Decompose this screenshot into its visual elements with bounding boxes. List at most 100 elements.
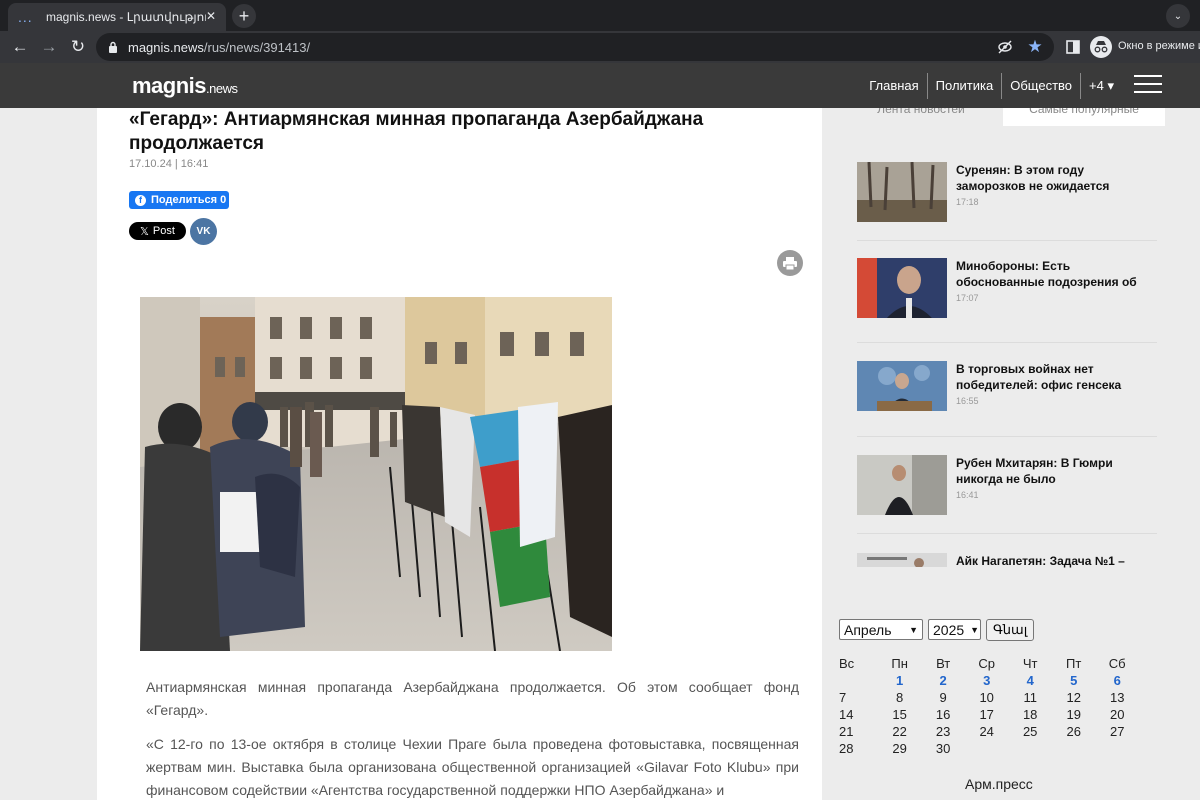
- calendar-weekday-row: Вс Пн Вт Ср Чт Пт Сб: [839, 656, 1139, 673]
- print-icon[interactable]: [777, 250, 803, 276]
- url-text: magnis.news/rus/news/391413/: [128, 40, 311, 55]
- forward-icon[interactable]: →: [38, 36, 60, 58]
- divider: [857, 342, 1157, 343]
- calendar-day: 28: [839, 741, 854, 756]
- calendar-day: 22: [892, 724, 907, 739]
- weekday-label: Пт: [1066, 656, 1082, 671]
- bookmark-star-icon[interactable]: ★: [1026, 37, 1044, 56]
- site-header: magnis.news Главная Политика Общество +4…: [0, 63, 1200, 108]
- calendar-day: 27: [1109, 724, 1125, 739]
- side-panel-icon[interactable]: [1064, 38, 1082, 56]
- news-time: 17:07: [956, 293, 979, 303]
- news-time: 16:41: [956, 490, 979, 500]
- facebook-share-label: Поделиться 0: [151, 194, 227, 206]
- calendar-empty-cell: [1008, 741, 1052, 758]
- calendar-day: 23: [935, 724, 951, 739]
- tab-most-popular[interactable]: Самые популярные: [1003, 108, 1165, 126]
- calendar-week-row: 123456: [839, 673, 1139, 690]
- calendar-day[interactable]: 6: [1095, 673, 1139, 690]
- tab-news-feed[interactable]: Лента новостей: [840, 108, 1002, 126]
- news-item[interactable]: Айк Нагапетян: Задача №1 –: [857, 553, 1157, 571]
- calendar-day: 24: [979, 724, 994, 739]
- news-title[interactable]: Айк Нагапетян: Задача №1 –: [956, 553, 1146, 569]
- news-title[interactable]: В торговых войнах нет победителей: офис …: [956, 361, 1146, 393]
- divider: [857, 436, 1157, 437]
- calendar-week-row: 7 8 9 10 11 12 13: [839, 690, 1139, 707]
- vk-icon: VK: [196, 226, 211, 237]
- calendar-day[interactable]: 4: [1008, 673, 1052, 690]
- calendar-day: 8: [896, 690, 904, 705]
- x-post-button[interactable]: 𝕏 Post: [129, 222, 186, 240]
- year-select[interactable]: 2025 ▼: [928, 619, 981, 640]
- news-thumbnail: [857, 162, 947, 222]
- calendar-empty-cell: [1095, 741, 1139, 758]
- calendar-week-row: 28 29 30: [839, 741, 1139, 758]
- weekday-label: Чт: [1022, 656, 1038, 671]
- reload-icon[interactable]: ↻: [67, 36, 89, 58]
- back-icon[interactable]: ←: [9, 36, 31, 58]
- browser-tab[interactable]: ... magnis.news - Լրատվություն Հա ✕: [8, 3, 226, 31]
- calendar-empty-cell: [1052, 741, 1096, 758]
- news-thumbnail: [857, 553, 947, 567]
- calendar-controls: Апрель ▼ 2025 ▼ Գնալ: [839, 619, 1035, 641]
- news-title[interactable]: Минобороны: Есть обоснованные подозрения…: [956, 258, 1146, 290]
- menu-item-home[interactable]: Главная: [861, 73, 926, 99]
- calendar-week-row: 21 22 23 24 25 26 27: [839, 724, 1139, 741]
- calendar-day[interactable]: 3: [965, 673, 1009, 690]
- vk-share-button[interactable]: VK: [190, 218, 217, 245]
- site-logo[interactable]: magnis.news: [132, 73, 238, 99]
- go-button[interactable]: Գնալ: [986, 619, 1035, 641]
- article-paragraph: Антиармянская минная пропаганда Азербайд…: [146, 679, 799, 718]
- address-bar[interactable]: magnis.news/rus/news/391413/ ★: [96, 33, 1054, 61]
- incognito-icon[interactable]: [1090, 36, 1112, 58]
- browser-tab-strip: ... magnis.news - Լրատվություն Հա ✕ + ⌄: [0, 0, 1200, 31]
- news-thumbnail: [857, 455, 947, 515]
- calendar-day: 15: [892, 707, 907, 722]
- article-body: Антиармянская минная пропаганда Азербайд…: [146, 676, 799, 800]
- calendar-day[interactable]: 2: [921, 673, 965, 690]
- menu-item-politics[interactable]: Политика: [926, 72, 1002, 99]
- calendar-empty-cell: [839, 673, 878, 690]
- weekday-label: Ср: [978, 656, 995, 671]
- calendar-day: 11: [1023, 690, 1037, 705]
- calendar-day[interactable]: 5: [1052, 673, 1096, 690]
- weekday-label: Сб: [1108, 656, 1126, 671]
- calendar-day: 17: [979, 707, 994, 722]
- browser-toolbar: ← → ↻ magnis.news/rus/news/391413/ ★ Окн…: [0, 31, 1200, 63]
- calendar-day: 7: [839, 690, 847, 705]
- news-item[interactable]: Рубен Мхитарян: В Гюмри никогда не было …: [857, 455, 1157, 545]
- calendar-day[interactable]: 1: [878, 673, 922, 690]
- weekday-label: Пн: [891, 656, 908, 671]
- facebook-share-button[interactable]: f Поделиться 0: [129, 191, 229, 209]
- calendar-day: 9: [939, 690, 947, 705]
- new-tab-button[interactable]: +: [232, 4, 256, 28]
- menu-item-more[interactable]: +4 ▾: [1080, 72, 1122, 99]
- calendar-day: 10: [979, 690, 994, 705]
- article-date: 17.10.24 | 16:41: [129, 158, 209, 170]
- weekday-label: Вт: [936, 656, 951, 671]
- month-select[interactable]: Апрель ▼: [839, 619, 923, 640]
- tab-search-icon[interactable]: ⌄: [1166, 4, 1190, 28]
- news-title[interactable]: Суренян: В этом году заморозков не ожида…: [956, 162, 1146, 194]
- menu-item-society[interactable]: Общество: [1001, 72, 1080, 99]
- calendar-day: 16: [935, 707, 951, 722]
- tab-title: magnis.news - Լրատվություն Հա: [46, 10, 206, 24]
- news-title[interactable]: Рубен Мхитарян: В Гюмри никогда не было: [956, 455, 1146, 487]
- calendar-day: 18: [1022, 707, 1038, 722]
- news-item[interactable]: В торговых войнах нет победителей: офис …: [857, 361, 1157, 451]
- news-item[interactable]: Минобороны: Есть обоснованные подозрения…: [857, 258, 1157, 348]
- news-item[interactable]: Суренян: В этом году заморозков не ожида…: [857, 162, 1157, 252]
- calendar-day: 21: [839, 724, 854, 739]
- close-icon[interactable]: ✕: [206, 9, 216, 23]
- eye-off-icon[interactable]: [996, 38, 1014, 56]
- article-photo: [140, 297, 612, 651]
- calendar-empty-cell: [965, 741, 1009, 758]
- hamburger-menu-icon[interactable]: [1134, 75, 1162, 95]
- calendar-day: 12: [1066, 690, 1081, 705]
- divider: [857, 240, 1157, 241]
- calendar-day: 26: [1066, 724, 1081, 739]
- news-time: 16:55: [956, 396, 979, 406]
- lock-icon: [109, 41, 117, 53]
- facebook-icon: f: [135, 194, 146, 206]
- calendar-day: 20: [1109, 707, 1125, 722]
